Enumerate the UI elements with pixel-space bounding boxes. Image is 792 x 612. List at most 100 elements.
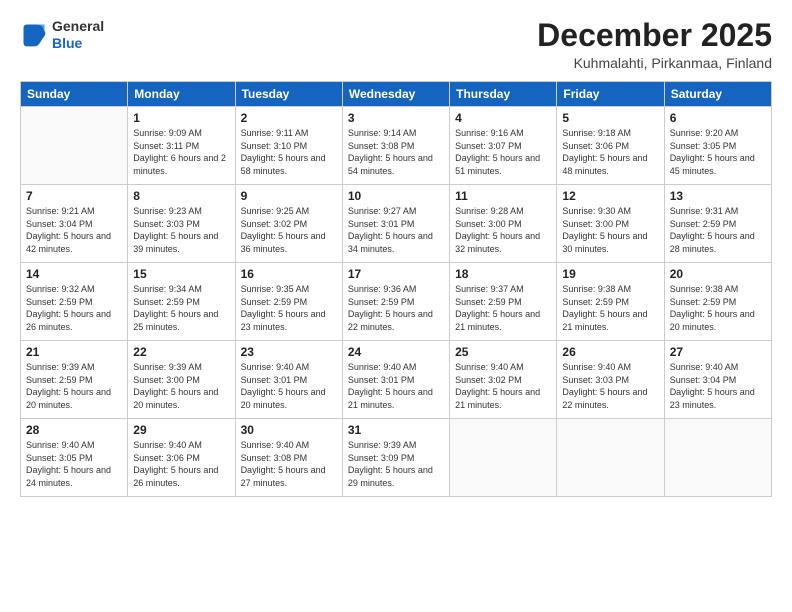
day-info: Sunrise: 9:18 AM Sunset: 3:06 PM Dayligh… [562, 127, 658, 177]
table-row: 29 Sunrise: 9:40 AM Sunset: 3:06 PM Dayli… [128, 419, 235, 497]
day-number: 2 [241, 111, 337, 125]
logo-blue: Blue [52, 35, 104, 52]
day-number: 10 [348, 189, 444, 203]
day-info: Sunrise: 9:28 AM Sunset: 3:00 PM Dayligh… [455, 205, 551, 255]
table-row: 10 Sunrise: 9:27 AM Sunset: 3:01 PM Dayli… [342, 185, 449, 263]
day-number: 1 [133, 111, 229, 125]
day-number: 3 [348, 111, 444, 125]
day-number: 4 [455, 111, 551, 125]
day-info: Sunrise: 9:39 AM Sunset: 2:59 PM Dayligh… [26, 361, 122, 411]
logo: General Blue [20, 18, 104, 52]
day-number: 12 [562, 189, 658, 203]
day-number: 9 [241, 189, 337, 203]
day-info: Sunrise: 9:09 AM Sunset: 3:11 PM Dayligh… [133, 127, 229, 177]
day-info: Sunrise: 9:37 AM Sunset: 2:59 PM Dayligh… [455, 283, 551, 333]
logo-icon [20, 21, 48, 49]
day-info: Sunrise: 9:23 AM Sunset: 3:03 PM Dayligh… [133, 205, 229, 255]
table-row: 6 Sunrise: 9:20 AM Sunset: 3:05 PM Daylig… [664, 107, 771, 185]
subtitle: Kuhmalahti, Pirkanmaa, Finland [537, 55, 772, 71]
table-row: 31Sunrise: 9:39 AM Sunset: 3:09 PM Dayli… [342, 419, 449, 497]
day-info: Sunrise: 9:40 AM Sunset: 3:01 PM Dayligh… [241, 361, 337, 411]
calendar-week-row: 14 Sunrise: 9:32 AM Sunset: 2:59 PM Dayli… [21, 263, 772, 341]
day-number: 7 [26, 189, 122, 203]
day-info: Sunrise: 9:38 AM Sunset: 2:59 PM Dayligh… [562, 283, 658, 333]
table-row: 3 Sunrise: 9:14 AM Sunset: 3:08 PM Daylig… [342, 107, 449, 185]
calendar-week-row: 28Sunrise: 9:40 AM Sunset: 3:05 PM Dayli… [21, 419, 772, 497]
table-row: 16 Sunrise: 9:35 AM Sunset: 2:59 PM Dayli… [235, 263, 342, 341]
day-info: Sunrise: 9:40 AM Sunset: 3:08 PM Dayligh… [241, 439, 337, 489]
calendar-header-row: Sunday Monday Tuesday Wednesday Thursday… [21, 82, 772, 107]
day-info: Sunrise: 9:38 AM Sunset: 2:59 PM Dayligh… [670, 283, 766, 333]
table-row: 19 Sunrise: 9:38 AM Sunset: 2:59 PM Dayli… [557, 263, 664, 341]
table-row: 9Sunrise: 9:25 AM Sunset: 3:02 PM Daylig… [235, 185, 342, 263]
table-row: 27 Sunrise: 9:40 AM Sunset: 3:04 PM Dayli… [664, 341, 771, 419]
day-info: Sunrise: 9:14 AM Sunset: 3:08 PM Dayligh… [348, 127, 444, 177]
day-number: 26 [562, 345, 658, 359]
table-row: 23 Sunrise: 9:40 AM Sunset: 3:01 PM Dayli… [235, 341, 342, 419]
table-row: 21Sunrise: 9:39 AM Sunset: 2:59 PM Dayli… [21, 341, 128, 419]
day-info: Sunrise: 9:27 AM Sunset: 3:01 PM Dayligh… [348, 205, 444, 255]
logo-text: General Blue [52, 18, 104, 52]
table-row: 5 Sunrise: 9:18 AM Sunset: 3:06 PM Daylig… [557, 107, 664, 185]
day-number: 8 [133, 189, 229, 203]
day-number: 15 [133, 267, 229, 281]
table-row: 11 Sunrise: 9:28 AM Sunset: 3:00 PM Dayli… [450, 185, 557, 263]
day-info: Sunrise: 9:35 AM Sunset: 2:59 PM Dayligh… [241, 283, 337, 333]
day-number: 30 [241, 423, 337, 437]
col-monday: Monday [128, 82, 235, 107]
table-row: 12Sunrise: 9:30 AM Sunset: 3:00 PM Dayli… [557, 185, 664, 263]
day-number: 13 [670, 189, 766, 203]
day-info: Sunrise: 9:32 AM Sunset: 2:59 PM Dayligh… [26, 283, 122, 333]
table-row: 14 Sunrise: 9:32 AM Sunset: 2:59 PM Dayli… [21, 263, 128, 341]
day-info: Sunrise: 9:40 AM Sunset: 3:06 PM Dayligh… [133, 439, 229, 489]
table-row: 25Sunrise: 9:40 AM Sunset: 3:02 PM Dayli… [450, 341, 557, 419]
day-number: 5 [562, 111, 658, 125]
table-row: 18 Sunrise: 9:37 AM Sunset: 2:59 PM Dayli… [450, 263, 557, 341]
col-saturday: Saturday [664, 82, 771, 107]
page: General Blue December 2025 Kuhmalahti, P… [0, 0, 792, 612]
col-sunday: Sunday [21, 82, 128, 107]
day-info: Sunrise: 9:40 AM Sunset: 3:01 PM Dayligh… [348, 361, 444, 411]
day-info: Sunrise: 9:20 AM Sunset: 3:05 PM Dayligh… [670, 127, 766, 177]
table-row: 15Sunrise: 9:34 AM Sunset: 2:59 PM Dayli… [128, 263, 235, 341]
day-number: 6 [670, 111, 766, 125]
calendar-week-row: 1 Sunrise: 9:09 AM Sunset: 3:11 PM Daylig… [21, 107, 772, 185]
day-info: Sunrise: 9:11 AM Sunset: 3:10 PM Dayligh… [241, 127, 337, 177]
table-row [557, 419, 664, 497]
table-row [450, 419, 557, 497]
calendar: Sunday Monday Tuesday Wednesday Thursday… [20, 81, 772, 497]
day-number: 29 [133, 423, 229, 437]
day-number: 28 [26, 423, 122, 437]
day-info: Sunrise: 9:21 AM Sunset: 3:04 PM Dayligh… [26, 205, 122, 255]
table-row: 2 Sunrise: 9:11 AM Sunset: 3:10 PM Daylig… [235, 107, 342, 185]
table-row: 30 Sunrise: 9:40 AM Sunset: 3:08 PM Dayli… [235, 419, 342, 497]
table-row [664, 419, 771, 497]
day-number: 19 [562, 267, 658, 281]
day-number: 16 [241, 267, 337, 281]
day-info: Sunrise: 9:40 AM Sunset: 3:03 PM Dayligh… [562, 361, 658, 411]
table-row: 4 Sunrise: 9:16 AM Sunset: 3:07 PM Daylig… [450, 107, 557, 185]
day-number: 22 [133, 345, 229, 359]
day-number: 11 [455, 189, 551, 203]
col-tuesday: Tuesday [235, 82, 342, 107]
table-row: 8 Sunrise: 9:23 AM Sunset: 3:03 PM Daylig… [128, 185, 235, 263]
day-info: Sunrise: 9:31 AM Sunset: 2:59 PM Dayligh… [670, 205, 766, 255]
day-number: 18 [455, 267, 551, 281]
day-info: Sunrise: 9:40 AM Sunset: 3:04 PM Dayligh… [670, 361, 766, 411]
table-row: 22Sunrise: 9:39 AM Sunset: 3:00 PM Dayli… [128, 341, 235, 419]
col-wednesday: Wednesday [342, 82, 449, 107]
day-number: 14 [26, 267, 122, 281]
title-block: December 2025 Kuhmalahti, Pirkanmaa, Fin… [537, 18, 772, 71]
table-row: 17Sunrise: 9:36 AM Sunset: 2:59 PM Dayli… [342, 263, 449, 341]
day-number: 24 [348, 345, 444, 359]
day-number: 20 [670, 267, 766, 281]
day-info: Sunrise: 9:16 AM Sunset: 3:07 PM Dayligh… [455, 127, 551, 177]
logo-general: General [52, 18, 104, 35]
table-row [21, 107, 128, 185]
day-number: 27 [670, 345, 766, 359]
table-row: 13 Sunrise: 9:31 AM Sunset: 2:59 PM Dayli… [664, 185, 771, 263]
table-row: 20 Sunrise: 9:38 AM Sunset: 2:59 PM Dayli… [664, 263, 771, 341]
day-number: 23 [241, 345, 337, 359]
table-row: 26 Sunrise: 9:40 AM Sunset: 3:03 PM Dayli… [557, 341, 664, 419]
table-row: 7 Sunrise: 9:21 AM Sunset: 3:04 PM Daylig… [21, 185, 128, 263]
